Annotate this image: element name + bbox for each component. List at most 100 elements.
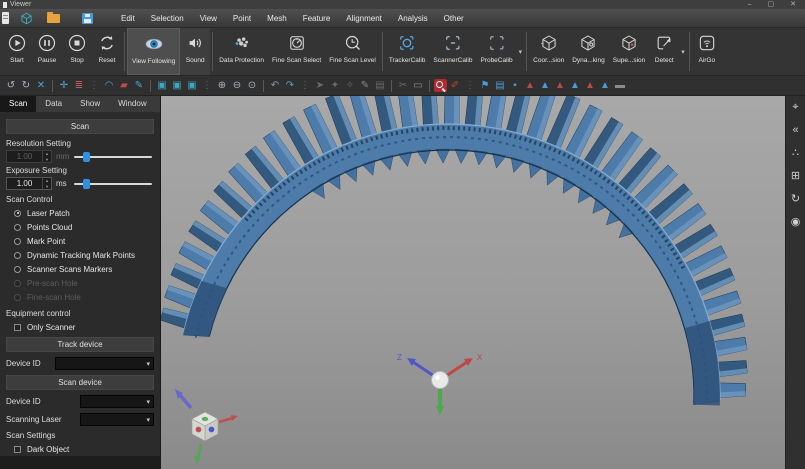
view-following-button[interactable]: View Following bbox=[127, 28, 180, 75]
toolbar2-icon[interactable]: ▲ bbox=[598, 77, 612, 95]
scanning-laser-dropdown[interactable]: ▾ bbox=[80, 413, 154, 426]
minimize-button[interactable]: – bbox=[748, 0, 752, 9]
toolbar2-icon[interactable]: ↻ bbox=[19, 77, 33, 95]
menu-item[interactable]: Analysis bbox=[391, 11, 435, 26]
toolbar2-icon[interactable]: ⋮ bbox=[87, 77, 101, 95]
viewport-3d[interactable]: XZ bbox=[161, 96, 785, 469]
toolbar2-icon[interactable]: ✐ bbox=[448, 77, 462, 95]
fine-scan-select-button[interactable]: Fine Scan Select bbox=[268, 28, 325, 75]
radio-option[interactable]: Dynamic Tracking Mark Points bbox=[4, 248, 156, 262]
radio-option[interactable]: Mark Point bbox=[4, 234, 156, 248]
start-button[interactable]: Start bbox=[2, 28, 32, 75]
tab-window[interactable]: Window bbox=[109, 96, 155, 112]
open-folder-icon[interactable] bbox=[47, 14, 60, 23]
toolbar2-icon[interactable]: ⋮ bbox=[200, 77, 214, 95]
menu-item[interactable]: Point bbox=[226, 11, 258, 26]
toolbar2-icon[interactable]: ▭ bbox=[411, 77, 425, 95]
track-device-id-dropdown[interactable]: ▾ bbox=[55, 357, 154, 370]
resolution-slider[interactable] bbox=[74, 151, 154, 163]
toolbar2-icon[interactable] bbox=[52, 80, 53, 92]
cube-icon[interactable] bbox=[19, 11, 34, 26]
maximize-button[interactable]: ▢ bbox=[768, 0, 775, 9]
toolbar2-icon[interactable]: ➤ bbox=[313, 77, 327, 95]
coordinate-conversion-button[interactable]: Coor...sion bbox=[529, 28, 568, 75]
toolbar2-icon[interactable]: ✧ bbox=[343, 77, 357, 95]
toolbar2-icon[interactable]: ⊕ bbox=[215, 77, 229, 95]
orbit-icon[interactable]: ↻ bbox=[791, 193, 800, 205]
toolbar2-icon[interactable]: ↷ bbox=[283, 77, 297, 95]
share-icon[interactable]: ∴ bbox=[792, 147, 799, 159]
scan-device-id-dropdown[interactable]: ▾ bbox=[80, 395, 154, 408]
fine-scan-level-button[interactable]: Fine Scan Level bbox=[325, 28, 380, 75]
supervision-button[interactable]: Supe...sion bbox=[609, 28, 650, 75]
collapse-panel-icon[interactable]: « bbox=[792, 124, 798, 136]
toolbar2-icon[interactable]: ≣ bbox=[72, 77, 86, 95]
stop-button[interactable]: Stop bbox=[62, 28, 92, 75]
menu-item[interactable]: Mesh bbox=[260, 11, 294, 26]
chevron-down-icon[interactable]: ▾ bbox=[517, 48, 525, 56]
toolbar2-icon[interactable]: ▤ bbox=[493, 77, 507, 95]
toolbar2-icon[interactable]: ▰ bbox=[117, 77, 131, 95]
toolbar2-icon[interactable]: ▣ bbox=[170, 77, 184, 95]
airgo-button[interactable]: AirGo bbox=[692, 28, 722, 75]
tab-show[interactable]: Show bbox=[71, 96, 109, 112]
menu-item[interactable]: Edit bbox=[114, 11, 142, 26]
toolbar2-icon[interactable]: ▲ bbox=[538, 77, 552, 95]
radio-option[interactable]: Points Cloud bbox=[4, 220, 156, 234]
pause-button[interactable]: Pause bbox=[32, 28, 62, 75]
radio-option[interactable]: Fine-scan Hole bbox=[4, 290, 156, 304]
scan-section-header[interactable]: Scan bbox=[6, 119, 154, 134]
radio-option[interactable]: Pre-scan Hole bbox=[4, 276, 156, 290]
toolbar2-icon[interactable]: ✦ bbox=[328, 77, 342, 95]
tracker-calib-button[interactable]: TrackerCalib bbox=[385, 28, 430, 75]
exposure-input[interactable]: 1.00 ▴▾ bbox=[6, 177, 52, 190]
spin-down-icon[interactable]: ▾ bbox=[43, 157, 51, 163]
only-scanner-checkbox[interactable]: Only Scanner bbox=[4, 320, 156, 334]
toolbar2-icon[interactable] bbox=[150, 80, 151, 92]
toolbar2-icon[interactable]: ✎ bbox=[358, 77, 372, 95]
track-device-header[interactable]: Track device bbox=[6, 337, 154, 352]
menu-item[interactable]: Other bbox=[437, 11, 471, 26]
toolbar2-icon[interactable] bbox=[263, 80, 264, 92]
toolbar2-icon[interactable]: ▣ bbox=[155, 77, 169, 95]
toolbar2-icon[interactable]: ⊖ bbox=[230, 77, 244, 95]
toolbar2-icon[interactable]: ▲ bbox=[568, 77, 582, 95]
toolbar2-icon[interactable] bbox=[434, 79, 447, 92]
dark-object-checkbox[interactable]: Dark Object bbox=[4, 442, 156, 456]
menu-item[interactable]: View bbox=[193, 11, 224, 26]
dynamic-tracking-button[interactable]: Dyna...king bbox=[568, 28, 609, 75]
toolbar2-icon[interactable] bbox=[429, 80, 430, 92]
radio-option[interactable]: Laser Patch bbox=[4, 206, 156, 220]
toolbar2-icon[interactable]: ↶ bbox=[268, 77, 282, 95]
toolbar2-icon[interactable]: ⋮ bbox=[298, 77, 312, 95]
spin-down-icon[interactable]: ▾ bbox=[43, 184, 51, 190]
toolbar2-icon[interactable]: ✛ bbox=[57, 77, 71, 95]
scan-device-header[interactable]: Scan device bbox=[6, 375, 154, 390]
tab-data[interactable]: Data bbox=[36, 96, 71, 112]
toolbar2-icon[interactable]: ✕ bbox=[34, 77, 48, 95]
save-icon[interactable] bbox=[82, 13, 93, 24]
display-icon[interactable]: ⊞ bbox=[791, 170, 800, 182]
resolution-input[interactable]: 1.00 ▴▾ bbox=[6, 150, 52, 163]
menu-item[interactable]: Selection bbox=[144, 11, 191, 26]
toolbar2-icon[interactable] bbox=[391, 80, 392, 92]
toolbar2-icon[interactable]: ▲ bbox=[583, 77, 597, 95]
toolbar2-icon[interactable]: ✎ bbox=[132, 77, 146, 95]
close-button[interactable]: ✕ bbox=[790, 0, 796, 9]
tab-scan[interactable]: Scan bbox=[0, 96, 36, 112]
toolbar2-icon[interactable]: ▲ bbox=[523, 77, 537, 95]
notebook-icon[interactable] bbox=[2, 12, 9, 24]
chevron-down-icon[interactable]: ▾ bbox=[679, 48, 687, 56]
probe-calib-button[interactable]: ProbeCalib bbox=[476, 28, 516, 75]
scanner-calib-button[interactable]: ScannerCalib bbox=[429, 28, 476, 75]
data-protection-button[interactable]: Data Protection bbox=[215, 28, 268, 75]
toolbar2-icon[interactable]: ⚑ bbox=[478, 77, 492, 95]
detect-button[interactable]: Detect bbox=[649, 28, 679, 75]
reset-button[interactable]: Reset bbox=[92, 28, 122, 75]
toolbar2-icon[interactable]: ✂ bbox=[396, 77, 410, 95]
sound-button[interactable]: Sound bbox=[180, 28, 210, 75]
toolbar2-icon[interactable]: ▬ bbox=[613, 77, 627, 95]
menu-item[interactable]: Alignment bbox=[339, 11, 389, 26]
toolbar2-icon[interactable]: ⊙ bbox=[245, 77, 259, 95]
toolbar2-icon[interactable]: ▪ bbox=[508, 77, 522, 95]
